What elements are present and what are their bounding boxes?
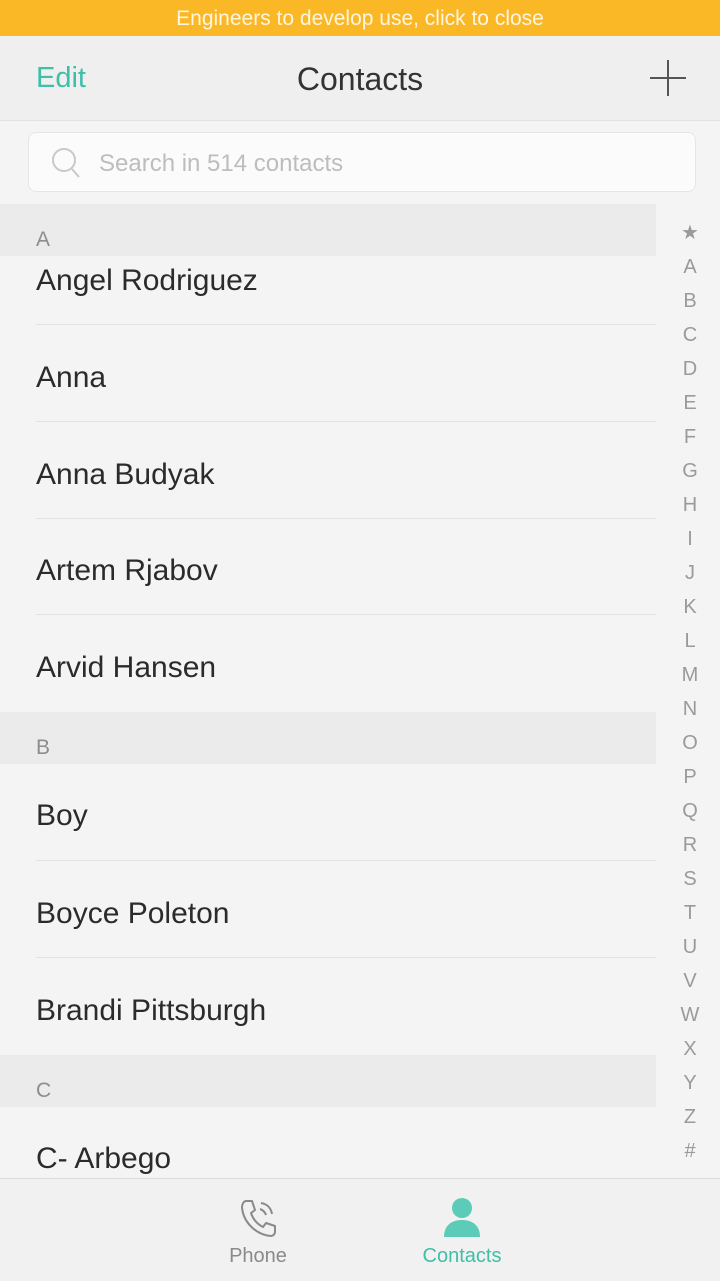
contact-name: Boy (36, 799, 88, 832)
plus-icon (650, 60, 686, 96)
tab-phone[interactable]: Phone (178, 1179, 338, 1281)
index-h[interactable]: H (670, 488, 710, 522)
contact-row[interactable]: Angel Rodriguez (0, 256, 656, 325)
index-f[interactable]: F (670, 420, 710, 454)
index-b[interactable]: B (670, 284, 710, 318)
index-i[interactable]: I (670, 522, 710, 556)
contact-name: Angel Rodriguez (36, 264, 258, 297)
contact-row[interactable]: Boyce Poleton (0, 861, 656, 958)
contact-row[interactable]: Artem Rjabov (0, 519, 656, 615)
contact-row[interactable]: Anna Budyak (0, 422, 656, 519)
page-title: Contacts (296, 61, 424, 97)
section-header-a: A (0, 204, 656, 256)
index-q[interactable]: Q (670, 794, 710, 828)
index-w[interactable]: W (670, 998, 710, 1032)
index-n[interactable]: N (670, 692, 710, 726)
section-letter: C (36, 1079, 52, 1102)
contact-row[interactable]: Boy (0, 764, 656, 861)
index-m[interactable]: M (670, 658, 710, 692)
index-s[interactable]: S (670, 862, 710, 896)
index-v[interactable]: V (670, 964, 710, 998)
contact-row[interactable]: C- Arbego (0, 1107, 656, 1178)
index-hash[interactable]: # (670, 1134, 710, 1168)
contact-name: Brandi Pittsburgh (36, 994, 267, 1027)
contact-name: Anna (36, 361, 107, 394)
index-star[interactable]: ★ (670, 216, 710, 250)
index-r[interactable]: R (670, 828, 710, 862)
index-u[interactable]: U (670, 930, 710, 964)
contact-name: Artem Rjabov (36, 554, 218, 587)
index-g[interactable]: G (670, 454, 710, 488)
section-header-b: B (0, 712, 656, 764)
phone-icon (241, 1200, 276, 1237)
search-bar[interactable]: Search in 514 contacts (28, 132, 696, 192)
contact-row[interactable]: Anna (0, 325, 656, 422)
contact-name: Arvid Hansen (36, 651, 217, 684)
index-l[interactable]: L (670, 624, 710, 658)
tab-phone-label: Phone (229, 1245, 287, 1267)
index-x[interactable]: X (670, 1032, 710, 1066)
index-k[interactable]: K (670, 590, 710, 624)
index-p[interactable]: P (670, 760, 710, 794)
contact-name: Anna Budyak (36, 458, 215, 491)
developer-banner[interactable]: Engineers to develop use, click to close (0, 0, 720, 36)
contact-list[interactable]: A Angel Rodriguez Anna Anna Budyak Artem… (0, 204, 656, 1178)
search-icon (52, 148, 80, 178)
bottom-tab-bar: Phone Contacts (0, 1178, 720, 1281)
index-t[interactable]: T (670, 896, 710, 930)
search-input[interactable]: Search in 514 contacts (99, 150, 343, 178)
index-o[interactable]: O (670, 726, 710, 760)
section-header-c: C (0, 1055, 656, 1107)
tab-contacts-label: Contacts (422, 1245, 502, 1267)
index-e[interactable]: E (670, 386, 710, 420)
alphabet-index[interactable]: ★ A B C D E F G H I J K L M N O P Q R S … (670, 216, 710, 1168)
tab-contacts[interactable]: Contacts (382, 1179, 542, 1281)
index-z[interactable]: Z (670, 1100, 710, 1134)
contact-row[interactable]: Brandi Pittsburgh (0, 958, 656, 1055)
index-a[interactable]: A (670, 250, 710, 284)
contact-name: Boyce Poleton (36, 897, 230, 930)
index-y[interactable]: Y (670, 1066, 710, 1100)
person-icon (444, 1198, 480, 1237)
index-d[interactable]: D (670, 352, 710, 386)
index-j[interactable]: J (670, 556, 710, 590)
section-letter: A (36, 228, 51, 251)
add-contact-button[interactable] (648, 58, 688, 98)
contact-row[interactable]: Arvid Hansen (0, 615, 656, 712)
section-letter: B (36, 736, 51, 759)
index-c[interactable]: C (670, 318, 710, 352)
contact-name: C- Arbego (36, 1142, 172, 1175)
top-bar: Edit Contacts (0, 36, 720, 121)
